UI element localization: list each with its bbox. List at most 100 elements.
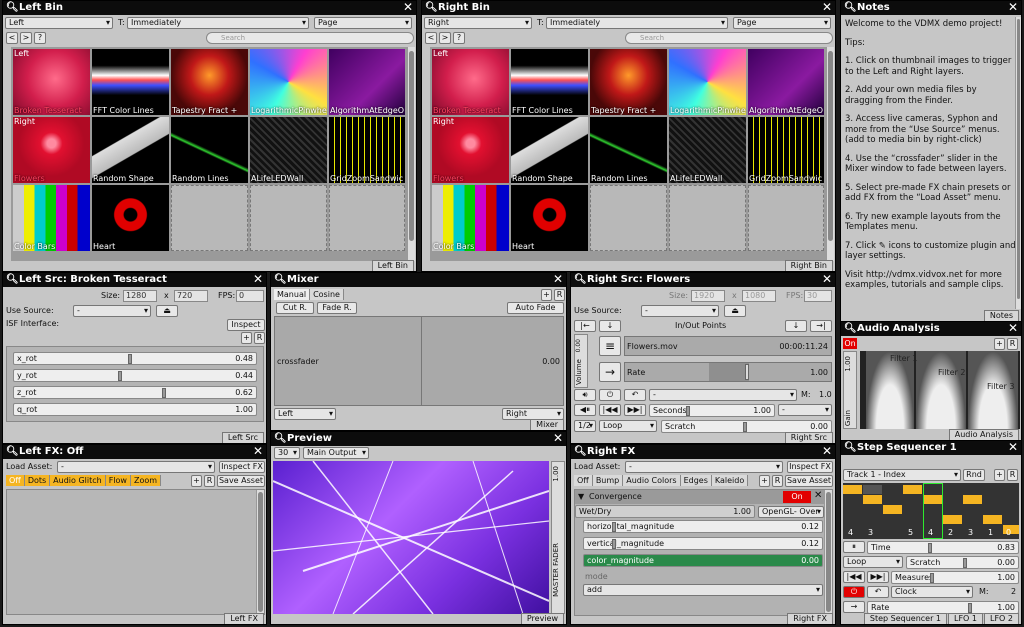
step-grid[interactable]: 4 3 5 4 2 3 1 0 [843,483,1019,539]
scratch-slider[interactable]: Scratch 0.00 [906,556,1019,569]
clip-thumbnail[interactable]: GridZoomSandwic [748,117,824,183]
bin-target-select[interactable]: Left [5,17,113,29]
clip-thumbnail[interactable]: Tapestry Fract + [171,49,248,115]
close-icon[interactable]: ✕ [1008,1,1018,14]
clip-thumbnail[interactable]: ALifeLEDWall [669,117,746,183]
fx-tab[interactable]: Zoom [130,475,162,486]
reset-button[interactable]: R [204,475,215,487]
arrow-right-icon[interactable]: → [843,601,865,613]
step-cell[interactable] [863,485,882,494]
close-icon[interactable]: ✕ [814,491,822,501]
in-point-left-icon[interactable]: |← [574,320,596,332]
master-fader[interactable]: 1.00 MASTER FADER [551,461,565,614]
width-field[interactable]: 1920 [691,290,725,302]
fade-r-button[interactable]: Fade R. [317,302,357,314]
power-icon[interactable]: ⏻ [843,586,865,598]
arrow-right-icon[interactable]: → [599,362,621,382]
blend-mode-select[interactable]: OpenGL- Over [758,506,824,518]
clip-thumbnail[interactable]: LogarithmicPinwhe [250,49,327,115]
height-field[interactable]: 1080 [742,290,776,302]
step-cell[interactable] [943,515,962,524]
use-source-select[interactable]: - [641,305,719,317]
empty-clip-slot[interactable] [590,185,667,251]
fx-tab[interactable]: Audio Colors [623,475,681,486]
fx-scrollbar[interactable] [256,490,264,614]
slider-knob[interactable] [612,539,616,549]
clip-thumbnail[interactable]: Heart [92,185,169,251]
height-field[interactable]: 720 [174,290,208,302]
measures-slider[interactable]: Measures 1.00 [891,571,1019,584]
add-button[interactable]: + [241,332,252,344]
width-field[interactable]: 1280 [123,290,157,302]
next-page-button[interactable]: > [20,32,32,44]
close-icon[interactable]: ✕ [553,273,563,286]
empty-clip-slot[interactable] [329,185,405,251]
output-select[interactable]: Main Output [303,447,369,459]
clip-thumbnail[interactable]: Random Shape [92,117,169,183]
clip-thumbnail[interactable]: Tapestry Fract + [590,49,667,115]
clip-thumbnail[interactable]: ALifeLEDWall [250,117,327,183]
fx-tab[interactable]: Bump [592,475,624,486]
clock-select[interactable]: Clock [891,586,973,598]
preview-canvas[interactable] [273,461,549,614]
slider-knob[interactable] [743,422,748,432]
effect-on-toggle[interactable]: On [783,491,811,503]
save-asset-button[interactable]: Save Asset [217,475,265,487]
step-cell[interactable] [963,495,982,504]
skip-back-icon[interactable]: |◀◀ [599,404,621,416]
clip-thumbnail[interactable]: AlgorithmAtEdgeO [748,49,824,115]
rewind-icon[interactable]: ◀⏸ [574,404,596,416]
fps-select[interactable]: 30 [274,447,300,459]
load-asset-select[interactable]: - [625,461,783,473]
clip-thumbnail[interactable]: Left Broken Tesseract [432,49,509,115]
clip-thumbnail[interactable]: Random Shape [511,117,588,183]
clip-thumbnail[interactable]: LogarithmicPinwhe [669,49,746,115]
eject-button[interactable]: ⏏ [156,305,178,317]
track-select[interactable]: Track 1 - Index [843,469,961,481]
page-mode-select[interactable]: Page [314,17,412,29]
step-cell[interactable] [863,495,882,504]
notes-text[interactable]: Welcome to the VDMX demo project! Tips: … [845,19,1017,307]
slider-knob[interactable] [962,558,967,568]
empty-clip-slot[interactable] [250,185,327,251]
out-point-right-icon[interactable]: →| [810,320,832,332]
clip-thumbnail[interactable]: Right Flowers [432,117,509,183]
filter-display[interactable]: Filter 1 Filter 2 Filter 3 [860,351,1020,429]
pause-icon[interactable]: ⏸ [843,541,865,553]
out-point-down-icon[interactable]: ↓ [785,320,807,332]
param-slider[interactable]: q_rot 1.00 [13,403,257,416]
close-icon[interactable]: ✕ [1008,322,1018,335]
fx-scrollbar[interactable] [824,490,832,615]
loop-mode-select[interactable]: Loop [599,420,657,432]
add-button[interactable]: + [759,475,770,487]
menu-icon[interactable]: ≡ [599,336,621,356]
fx-tab[interactable]: Edges [680,475,712,486]
footer-tab[interactable]: LFO 2 [984,613,1019,624]
auto-fade-button[interactable]: Auto Fade [507,302,564,314]
close-icon[interactable]: ✕ [822,1,832,14]
power-icon[interactable]: ⏻ [599,389,621,401]
fx-tab[interactable]: Flow [105,475,131,486]
random-button[interactable]: Rnd [963,469,985,481]
slider-knob[interactable] [118,371,123,381]
slider-knob[interactable] [968,603,972,613]
step-cell[interactable] [983,515,1002,524]
skip-forward-icon[interactable]: ▶▶| [867,571,889,583]
help-button[interactable]: ? [34,32,46,44]
tab-cosine[interactable]: Cosine [310,289,344,300]
reset-button[interactable]: R [772,475,783,487]
param-slider[interactable]: x_rot 0.48 [13,352,257,365]
undo-icon[interactable]: ↶ [867,586,889,598]
notes-scrollbar[interactable] [1015,17,1021,309]
footer-tab[interactable]: Step Sequencer 1 [863,613,947,624]
clip-thumbnail[interactable]: Heart [511,185,588,251]
close-icon[interactable]: ✕ [553,432,563,445]
clip-thumbnail[interactable]: Random Lines [171,117,248,183]
clip-thumbnail[interactable]: Right Flowers [13,117,90,183]
step-cell[interactable] [883,505,902,514]
loop-mode-select[interactable]: Loop [843,556,903,568]
empty-clip-slot[interactable] [748,185,824,251]
step-cell[interactable] [843,485,862,494]
trigger-mode-select[interactable]: Immediately [546,17,728,29]
clip-thumbnail[interactable]: AlgorithmAtEdgeO [329,49,405,115]
